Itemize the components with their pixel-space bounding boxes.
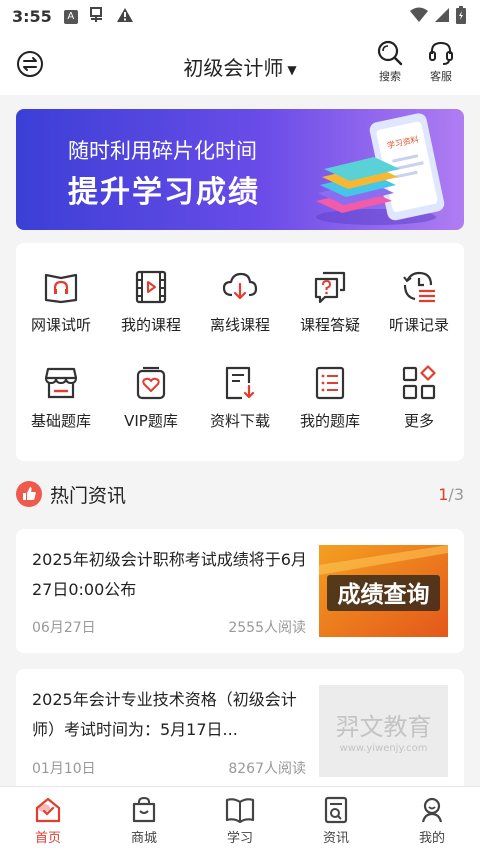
tab-label: 首页 bbox=[34, 831, 61, 846]
news-title: 2025年初级会计职称考试成绩将于6月27日0:00公布 bbox=[32, 550, 307, 599]
feature-grid: 网课试听 我的课程 离线课程 课程答疑 听课记录 基础题库 VIP题库 资料下载… bbox=[16, 243, 464, 461]
open-book-icon bbox=[225, 798, 255, 824]
thumbs-up-icon bbox=[16, 481, 42, 507]
feature-offline-courses[interactable]: 离线课程 bbox=[195, 269, 285, 335]
feature-label: 网课试听 bbox=[30, 316, 91, 334]
feature-label: VIP题库 bbox=[124, 412, 178, 430]
feature-study-history[interactable]: 听课记录 bbox=[374, 269, 464, 335]
thumbnail-text: 成绩查询 bbox=[338, 581, 430, 608]
promo-banner[interactable]: 随时利用碎片化时间 提升学习成绩 学习资料 bbox=[16, 109, 464, 230]
hot-news-header: 热门资讯 1/3 bbox=[16, 479, 464, 509]
app-header: 初级会计师 ▼ 搜索 客服 bbox=[0, 33, 480, 95]
search-button[interactable]: 搜索 bbox=[370, 40, 410, 84]
tab-label: 商城 bbox=[130, 831, 157, 846]
pager-current: 1 bbox=[438, 484, 449, 504]
feature-basic-bank[interactable]: 基础题库 bbox=[16, 365, 106, 431]
warning-icon bbox=[116, 7, 134, 27]
tab-home[interactable]: 首页 bbox=[0, 787, 96, 853]
news-pager: 1/3 bbox=[438, 485, 464, 504]
news-item[interactable]: 2025年初级会计职称考试成绩将于6月27日0:00公布 06月27日 2555… bbox=[16, 529, 464, 653]
tab-label: 我的 bbox=[418, 831, 445, 846]
tab-mall[interactable]: 商城 bbox=[96, 787, 192, 853]
feature-my-courses[interactable]: 我的课程 bbox=[106, 269, 196, 335]
feature-label: 听课记录 bbox=[388, 316, 449, 334]
status-time: 3:55 bbox=[12, 7, 52, 26]
question-chat-icon bbox=[314, 271, 346, 304]
news-date: 01月10日 bbox=[32, 761, 96, 777]
section-title: 热门资讯 bbox=[50, 484, 127, 507]
news-item[interactable]: 2025年会计专业技术资格（初级会计师）考试时间为：5月17日... 01月10… bbox=[16, 669, 464, 786]
history-list-icon bbox=[403, 271, 435, 303]
store-icon bbox=[44, 367, 78, 399]
banner-line2: 提升学习成绩 bbox=[68, 175, 260, 210]
feature-downloads[interactable]: 资料下载 bbox=[195, 365, 285, 431]
feature-course-qa[interactable]: 课程答疑 bbox=[285, 269, 375, 335]
feature-label: 我的课程 bbox=[120, 316, 181, 334]
news-thumbnail: 成绩查询 bbox=[319, 545, 448, 637]
feature-vip-bank[interactable]: VIP题库 bbox=[106, 365, 196, 431]
customer-service-button[interactable]: 客服 bbox=[421, 40, 461, 84]
caret-down-icon: ▼ bbox=[287, 62, 297, 77]
feature-more[interactable]: 更多 bbox=[374, 365, 464, 431]
feature-label: 离线课程 bbox=[209, 316, 270, 334]
tab-study[interactable]: 学习 bbox=[192, 787, 288, 853]
news-thumbnail: 羿文教育 www.yiwenjy.com bbox=[319, 685, 448, 777]
tab-news[interactable]: 资讯 bbox=[288, 787, 384, 853]
feature-label: 资料下载 bbox=[209, 412, 270, 430]
thumbnail-text: 羿文教育 bbox=[336, 713, 432, 741]
signal-icon bbox=[434, 7, 450, 27]
service-label: 客服 bbox=[430, 70, 452, 83]
headset-icon bbox=[429, 41, 453, 65]
book-headphone-icon bbox=[44, 273, 78, 304]
feature-my-bank[interactable]: 我的题库 bbox=[285, 365, 375, 431]
bottom-tab-bar: 首页 商城 学习 资讯 我的 bbox=[0, 786, 480, 853]
video-play-icon bbox=[135, 270, 167, 304]
battery-icon bbox=[456, 5, 466, 28]
feature-label: 我的题库 bbox=[299, 412, 360, 430]
feature-label: 课程答疑 bbox=[299, 316, 360, 334]
grid-more-icon bbox=[402, 365, 436, 400]
news-reads: 2555人阅读 bbox=[228, 620, 306, 636]
user-icon bbox=[421, 797, 443, 823]
pager-total: /3 bbox=[448, 484, 464, 504]
tab-mine[interactable]: 我的 bbox=[384, 787, 480, 853]
banner-line1: 随时利用碎片化时间 bbox=[68, 139, 257, 163]
feature-label: 更多 bbox=[403, 412, 434, 430]
app-notification-icon bbox=[88, 6, 106, 28]
app-a-icon: A bbox=[63, 9, 78, 24]
vip-heart-icon bbox=[136, 366, 166, 400]
thumbnail-subtext: www.yiwenjy.com bbox=[340, 743, 428, 754]
home-icon bbox=[35, 797, 61, 823]
status-bar: 3:55 A bbox=[0, 0, 480, 33]
list-doc-icon bbox=[315, 366, 345, 400]
news-title: 2025年会计专业技术资格（初级会计师）考试时间为：5月17日... bbox=[32, 690, 297, 739]
search-icon bbox=[377, 40, 403, 66]
feature-label: 基础题库 bbox=[30, 412, 91, 430]
doc-download-icon bbox=[225, 366, 255, 400]
wifi-icon bbox=[410, 7, 428, 27]
news-reads: 8267人阅读 bbox=[228, 761, 306, 777]
shopping-bag-icon bbox=[132, 796, 156, 823]
feature-trial-lesson[interactable]: 网课试听 bbox=[16, 269, 106, 335]
search-label: 搜索 bbox=[379, 70, 401, 83]
news-date: 06月27日 bbox=[32, 620, 96, 636]
page-title: 初级会计师 bbox=[183, 56, 284, 80]
tab-label: 资讯 bbox=[322, 831, 349, 846]
books-phone-illustration: 学习资料 bbox=[316, 113, 445, 225]
tab-label: 学习 bbox=[226, 831, 253, 846]
news-icon bbox=[324, 796, 348, 824]
cloud-download-icon bbox=[222, 272, 258, 300]
